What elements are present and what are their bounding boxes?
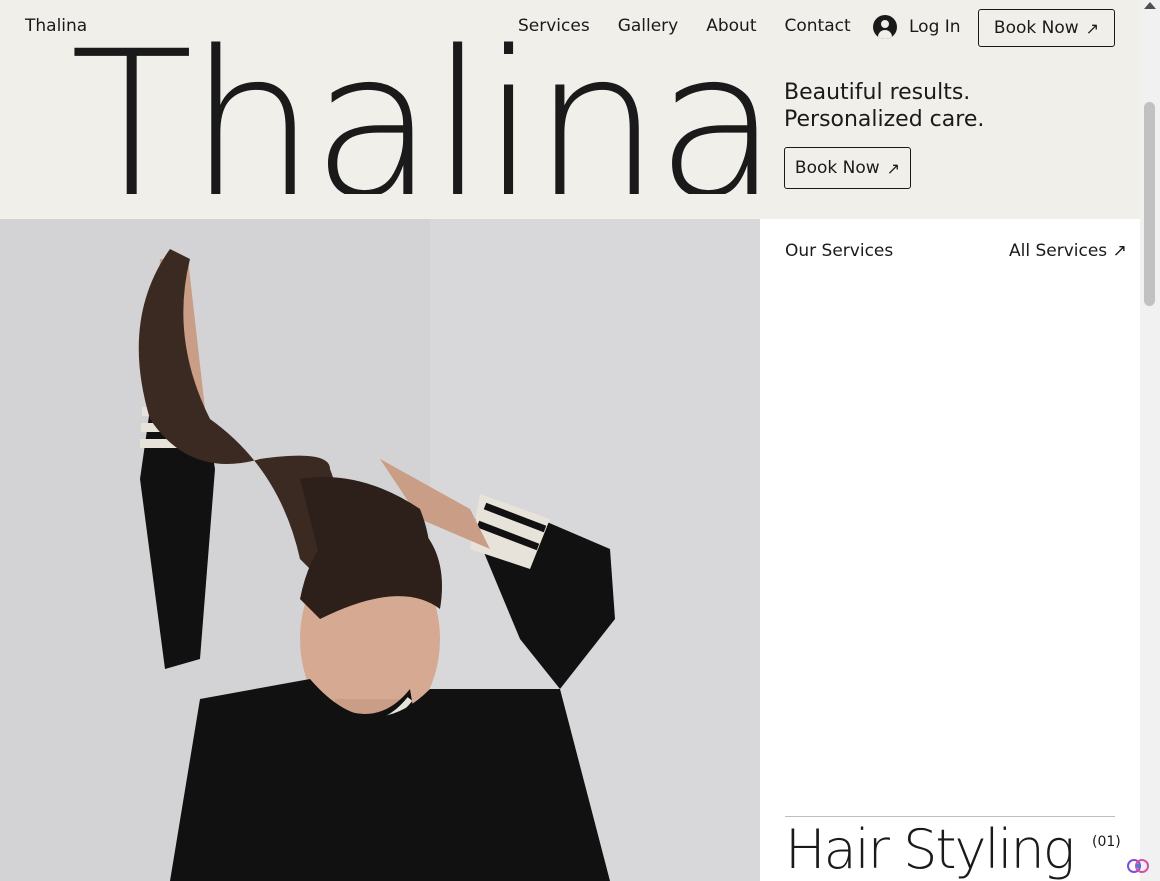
site-header: Thalina Services Gallery About Contact L…: [0, 0, 1140, 219]
all-services-label: All Services: [1009, 241, 1108, 261]
hero-tagline: Beautiful results. Personalized care.: [784, 79, 984, 133]
ai-assistant-icon[interactable]: [1127, 855, 1149, 877]
service-item-number: (01): [1092, 834, 1121, 850]
book-now-header-button[interactable]: Book Now ↗: [978, 9, 1115, 47]
arrow-up-right-icon: ↗: [886, 158, 901, 178]
book-now-hero-button[interactable]: Book Now ↗: [784, 147, 911, 189]
nav-contact-link[interactable]: Contact: [785, 16, 851, 36]
arrow-up-right-icon: ↗: [1112, 241, 1127, 261]
all-services-link[interactable]: All Services ↗: [1009, 241, 1127, 261]
service-divider: [785, 816, 1115, 817]
hero-big-title: Thalina: [70, 24, 775, 194]
book-now-label: Book Now: [794, 158, 880, 178]
login-button[interactable]: Log In: [873, 15, 961, 39]
tagline-line-1: Beautiful results.: [784, 80, 971, 105]
service-item-title[interactable]: Hair Styling: [785, 818, 1075, 881]
arrow-up-right-icon: ↗: [1085, 18, 1100, 38]
services-heading: Our Services: [785, 241, 894, 261]
scroll-up-arrow-icon[interactable]: [1144, 2, 1156, 9]
woman-portrait-illustration: [0, 219, 760, 881]
login-label: Log In: [909, 17, 961, 37]
tagline-line-2: Personalized care.: [784, 107, 985, 132]
user-avatar-icon: [873, 15, 897, 39]
scrollbar-thumb[interactable]: [1144, 102, 1155, 306]
book-now-label: Book Now: [993, 18, 1079, 38]
hero-photo: [0, 219, 760, 881]
